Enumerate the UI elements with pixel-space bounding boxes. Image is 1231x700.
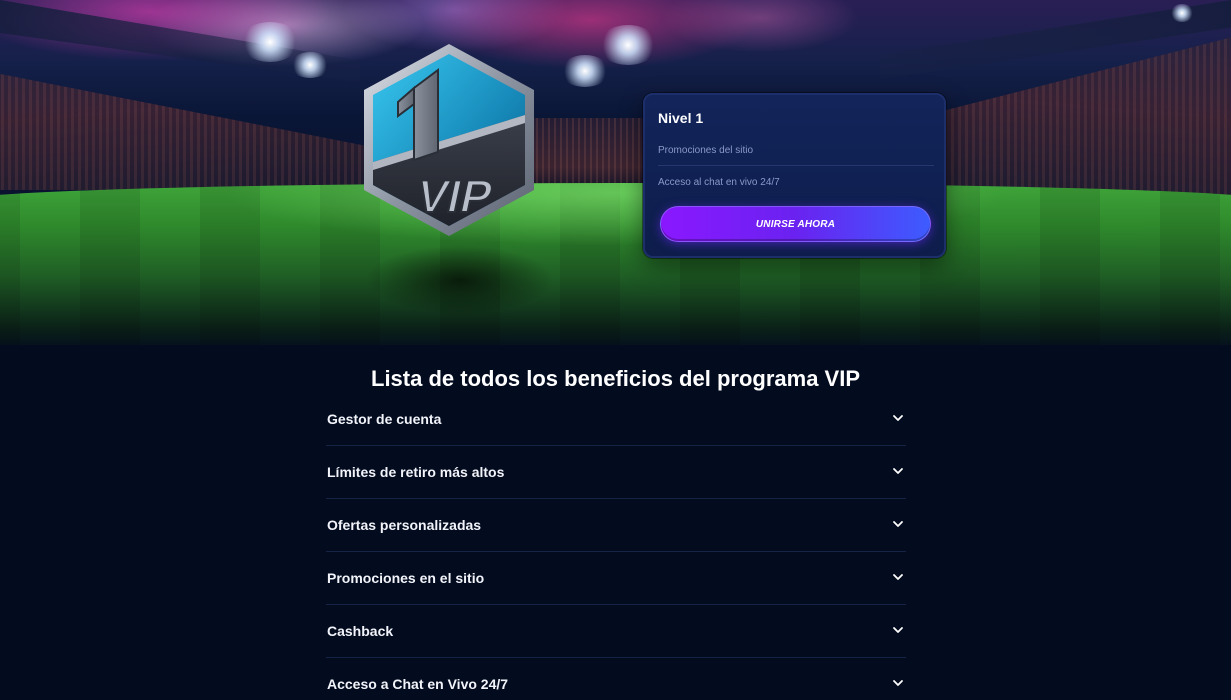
benefit-item-site-promotions[interactable]: Promociones en el sitio <box>326 552 906 605</box>
hero-banner: VIP Nivel 1 Promociones del sitio Acceso… <box>0 0 1231 345</box>
level-title: Nivel 1 <box>658 110 704 126</box>
chevron-down-icon[interactable] <box>892 571 904 583</box>
benefit-label: Acceso a Chat en Vivo 24/7 <box>327 676 509 692</box>
benefits-title: Lista de todos los beneficios del progra… <box>371 366 860 391</box>
join-now-button[interactable]: UNIRSE AHORA <box>660 206 931 242</box>
floodlight <box>1170 4 1194 22</box>
soccer-field <box>0 183 1231 345</box>
benefit-item-withdrawal-limits[interactable]: Límites de retiro más altos <box>326 446 906 499</box>
benefit-label: Límites de retiro más altos <box>327 464 505 480</box>
benefit-label: Promociones en el sitio <box>327 570 485 586</box>
chevron-down-icon[interactable] <box>892 624 904 636</box>
vip-badge-label: VIP <box>412 170 497 221</box>
floodlight <box>560 55 610 87</box>
badge-shadow <box>365 245 555 315</box>
benefit-label: Gestor de cuenta <box>327 411 442 427</box>
benefits-accordion: Gestor de cuenta Límites de retiro más a… <box>326 393 906 700</box>
level-perk: Promociones del sitio <box>658 145 754 156</box>
vip-level-badge-icon: VIP <box>364 44 534 236</box>
benefit-item-cashback[interactable]: Cashback <box>326 605 906 658</box>
chevron-down-icon[interactable] <box>892 677 904 689</box>
perk-divider <box>658 165 934 166</box>
level-card: Nivel 1 Promociones del sitio Acceso al … <box>643 93 946 258</box>
benefit-item-account-manager[interactable]: Gestor de cuenta <box>326 393 906 446</box>
benefit-label: Ofertas personalizadas <box>327 517 482 533</box>
floodlight <box>290 52 330 78</box>
chevron-down-icon[interactable] <box>892 518 904 530</box>
benefit-item-live-chat[interactable]: Acceso a Chat en Vivo 24/7 <box>326 658 906 700</box>
level-perk: Acceso al chat en vivo 24/7 <box>658 177 780 188</box>
benefit-label: Cashback <box>327 623 394 639</box>
benefit-item-personalized-offers[interactable]: Ofertas personalizadas <box>326 499 906 552</box>
chevron-down-icon[interactable] <box>892 412 904 424</box>
chevron-down-icon[interactable] <box>892 465 904 477</box>
floodlight <box>598 25 658 65</box>
floodlight <box>240 22 300 62</box>
